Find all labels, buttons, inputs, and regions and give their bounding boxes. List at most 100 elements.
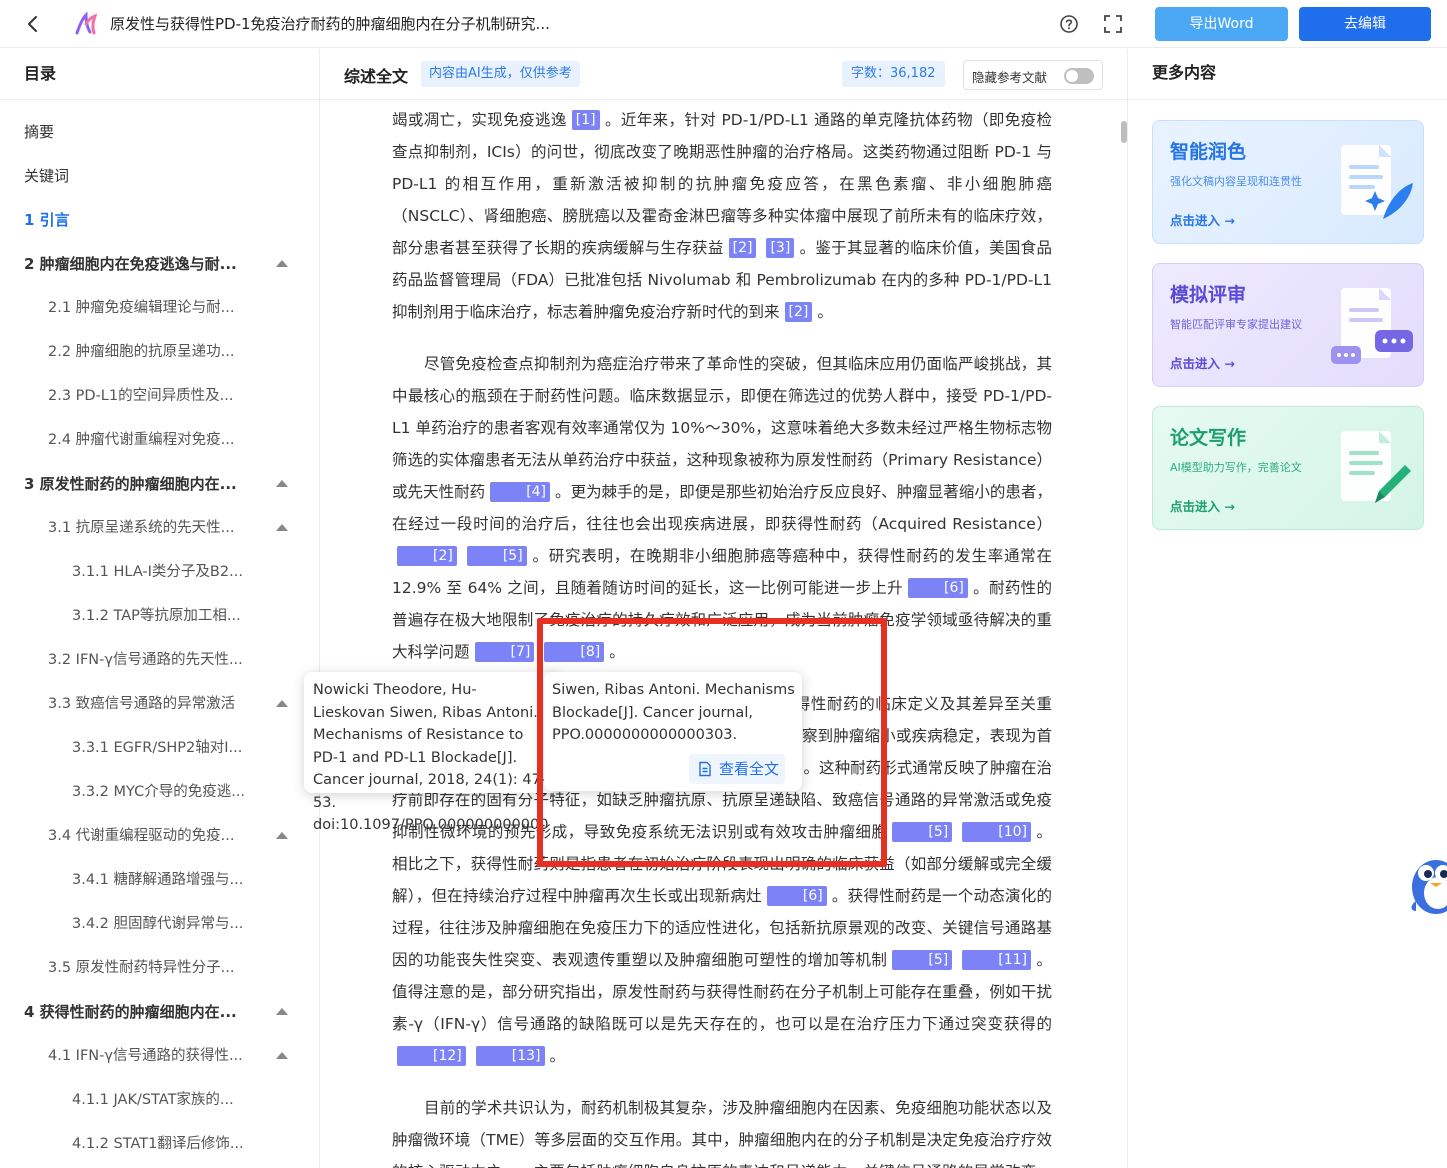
toc-item-label: 3.4.2 胆固醇代谢异常与... — [72, 916, 244, 932]
toc-item-label: 4.1.2 STAT1翻译后修饰... — [72, 1136, 244, 1152]
toc-item-label: 4.1 IFN-γ信号通路的获得性... — [48, 1048, 243, 1064]
review-chat-icon — [1331, 288, 1413, 364]
toc-item[interactable]: 4.1.1 JAK/STAT家族的... — [0, 1085, 320, 1115]
citation-link[interactable]: [11] — [962, 950, 1031, 970]
toggle-knob — [1066, 70, 1078, 82]
top-bar: 原发性与获得性PD-1免疫治疗耐药的肿瘤细胞内在分子机制研究... 导出Word… — [0, 0, 1447, 48]
content-header: 综述全文 内容由AI生成，仅供参考 字数：36,182 隐藏参考文献 — [321, 49, 1127, 100]
reference-text: Nowicki Theodore, Hu-Lieskovan Siwen, Ri… — [313, 682, 548, 833]
highlight-box — [537, 618, 887, 867]
toc-item[interactable]: 2.3 PD-L1的空间异质性及... — [0, 381, 320, 411]
citation-link[interactable]: [7] — [474, 642, 535, 662]
toc-sidebar: 目录 摘要 关键词 1 引言 2 肿瘤细胞内在免疫逃逸与耐... 2.1 肿瘤免疫编辑理… — [0, 49, 320, 1168]
toc-item-label: 关键词 — [24, 167, 70, 185]
collapse-caret-icon[interactable] — [276, 700, 288, 707]
toc-item[interactable]: 3.1.1 HLA-I类分子及B2... — [0, 557, 320, 587]
toc-item-label: 3.1.2 TAP等抗原加工相... — [72, 608, 241, 624]
more-content-panel: 更多内容 智能润色 强化文稿内容呈现和连贯性 点击进入 → 模拟评审 智能匹配评… — [1127, 49, 1447, 1168]
mock-review-card[interactable]: 模拟评审 智能匹配评审专家提出建议 点击进入 → — [1152, 263, 1424, 387]
toc-item-label: 2.2 肿瘤细胞的抗原呈递功... — [48, 344, 235, 360]
toc-item[interactable]: 3 原发性耐药的肿瘤细胞内在... — [0, 469, 320, 499]
toc-item[interactable]: 2 肿瘤细胞内在免疫逃逸与耐... — [0, 249, 320, 279]
card-subtitle: AI模型助力写作，完善论文 — [1170, 461, 1302, 474]
citation-link[interactable]: [5] — [466, 546, 527, 566]
card-enter-link[interactable]: 点击进入 → — [1170, 210, 1235, 229]
toc-item[interactable]: 摘要 — [0, 117, 320, 147]
toc-item[interactable]: 3.5 原发性耐药特异性分子... — [0, 953, 320, 983]
card-enter-link[interactable]: 点击进入 → — [1170, 353, 1235, 372]
toc-item[interactable]: 1 引言 — [0, 205, 320, 235]
fullscreen-icon[interactable] — [1103, 14, 1123, 34]
toc-item-label: 4.1.1 JAK/STAT家族的... — [72, 1092, 234, 1108]
citation-link[interactable]: [5] — [892, 950, 953, 970]
assistant-mascot-icon[interactable] — [1408, 853, 1447, 915]
ai-generated-badge: 内容由AI生成，仅供参考 — [421, 61, 580, 87]
toc-item-label: 摘要 — [24, 123, 55, 141]
paragraph-text: 。 — [549, 1047, 566, 1065]
citation-link[interactable]: [2] — [784, 302, 813, 322]
toc-item[interactable]: 3.4 代谢重编程驱动的免疫... — [0, 821, 320, 851]
toc-item[interactable]: 2.4 肿瘤代谢重编程对免疫... — [0, 425, 320, 455]
citation-link[interactable]: [5] — [892, 822, 953, 842]
citation-link[interactable]: [2] — [397, 546, 457, 566]
toc-item-label: 2.4 肿瘤代谢重编程对免疫... — [48, 432, 235, 448]
toc-item[interactable]: 4 获得性耐药的肿瘤细胞内在... — [0, 997, 320, 1027]
paragraph: 竭或凋亡，实现免疫逃逸 [1] 。近年来，针对 PD-1/PD-L1 通路的单克隆抗… — [392, 104, 1052, 328]
toc-item-label: 4 获得性耐药的肿瘤细胞内在... — [24, 1003, 237, 1021]
toc-item[interactable]: 3.1 抗原呈递系统的先天性... — [0, 513, 320, 543]
citation-link[interactable]: [1] — [571, 110, 600, 130]
collapse-caret-icon[interactable] — [276, 524, 288, 531]
toc-item[interactable]: 2.1 肿瘤免疫编辑理论与耐... — [0, 293, 320, 323]
collapse-caret-icon[interactable] — [276, 480, 288, 487]
card-title: 论文写作 — [1170, 427, 1247, 449]
card-title: 智能润色 — [1170, 141, 1247, 163]
citation-link[interactable]: [2] — [728, 238, 757, 258]
help-icon[interactable] — [1059, 14, 1079, 34]
toc-item[interactable]: 3.3.2 MYC介导的免疫逃... — [0, 777, 320, 807]
citation-link[interactable]: [12] — [397, 1046, 466, 1066]
toc-item[interactable]: 3.3 致癌信号通路的异常激活 — [0, 689, 320, 719]
toc-item-label: 3.1 抗原呈递系统的先天性... — [48, 520, 235, 536]
write-doc-icon — [1341, 431, 1411, 503]
logo-icon — [75, 12, 98, 35]
toc-item[interactable]: 3.3.1 EGFR/SHP2轴对I... — [0, 733, 320, 763]
citation-link[interactable]: [10] — [962, 822, 1031, 842]
toc-item[interactable]: 3.1.2 TAP等抗原加工相... — [0, 601, 320, 631]
toc-item[interactable]: 2.2 肿瘤细胞的抗原呈递功... — [0, 337, 320, 367]
toc-item[interactable]: 关键词 — [0, 161, 320, 191]
card-title: 模拟评审 — [1170, 284, 1247, 306]
paragraph-text: 目前的学术共识认为，耐药机制极其复杂，涉及肿瘤细胞内在因素、免疫细胞功能状态以及… — [392, 1099, 1052, 1168]
toc-item-label: 2.3 PD-L1的空间异质性及... — [48, 388, 234, 404]
collapse-caret-icon[interactable] — [276, 1008, 288, 1015]
back-arrow-icon[interactable] — [22, 13, 44, 35]
toc-item-label: 3.5 原发性耐药特异性分子... — [48, 960, 235, 976]
toc-item[interactable]: 4.1.2 STAT1翻译后修饰... — [0, 1129, 320, 1159]
collapse-caret-icon[interactable] — [276, 832, 288, 839]
citation-link[interactable]: [3] — [766, 238, 795, 258]
edit-button[interactable]: 去编辑 — [1299, 7, 1431, 41]
toc-item-label: 2 肿瘤细胞内在免疫逃逸与耐... — [24, 255, 237, 273]
citation-link[interactable]: [4] — [490, 482, 551, 502]
toc-item-label: 3.4.1 糖酵解通路增强与... — [72, 872, 244, 888]
citation-link[interactable]: [6] — [908, 578, 968, 598]
toc-item[interactable]: 3.4.1 糖酵解通路增强与... — [0, 865, 320, 895]
citation-link[interactable]: [6] — [766, 886, 827, 906]
paragraph-text: 。 — [817, 303, 833, 321]
export-word-button[interactable]: 导出Word — [1155, 7, 1288, 41]
polish-doc-icon — [1341, 145, 1413, 219]
toc-item[interactable]: 4.1 IFN-γ信号通路的获得性... — [0, 1041, 320, 1071]
toc-item-label: 3.2 IFN-γ信号通路的先天性... — [48, 652, 243, 668]
hide-references-toggle[interactable] — [1064, 68, 1094, 84]
collapse-caret-icon[interactable] — [276, 260, 288, 267]
collapse-caret-icon[interactable] — [276, 1052, 288, 1059]
hide-references-label: 隐藏参考文献 — [972, 70, 1048, 85]
toc-item[interactable]: 3.2 IFN-γ信号通路的先天性... — [0, 645, 320, 675]
card-enter-link[interactable]: 点击进入 → — [1170, 496, 1235, 515]
hide-references-control[interactable]: 隐藏参考文献 — [963, 60, 1103, 90]
toc-item-label: 1 引言 — [24, 211, 70, 229]
smart-polish-card[interactable]: 智能润色 强化文稿内容呈现和连贯性 点击进入 → — [1152, 120, 1424, 244]
paper-writing-card[interactable]: 论文写作 AI模型助力写作，完善论文 点击进入 → — [1152, 406, 1424, 530]
citation-link[interactable]: [13] — [475, 1046, 545, 1066]
toc-item[interactable]: 3.4.2 胆固醇代谢异常与... — [0, 909, 320, 939]
toc-item-label: 3.3 致癌信号通路的异常激活 — [48, 696, 236, 712]
